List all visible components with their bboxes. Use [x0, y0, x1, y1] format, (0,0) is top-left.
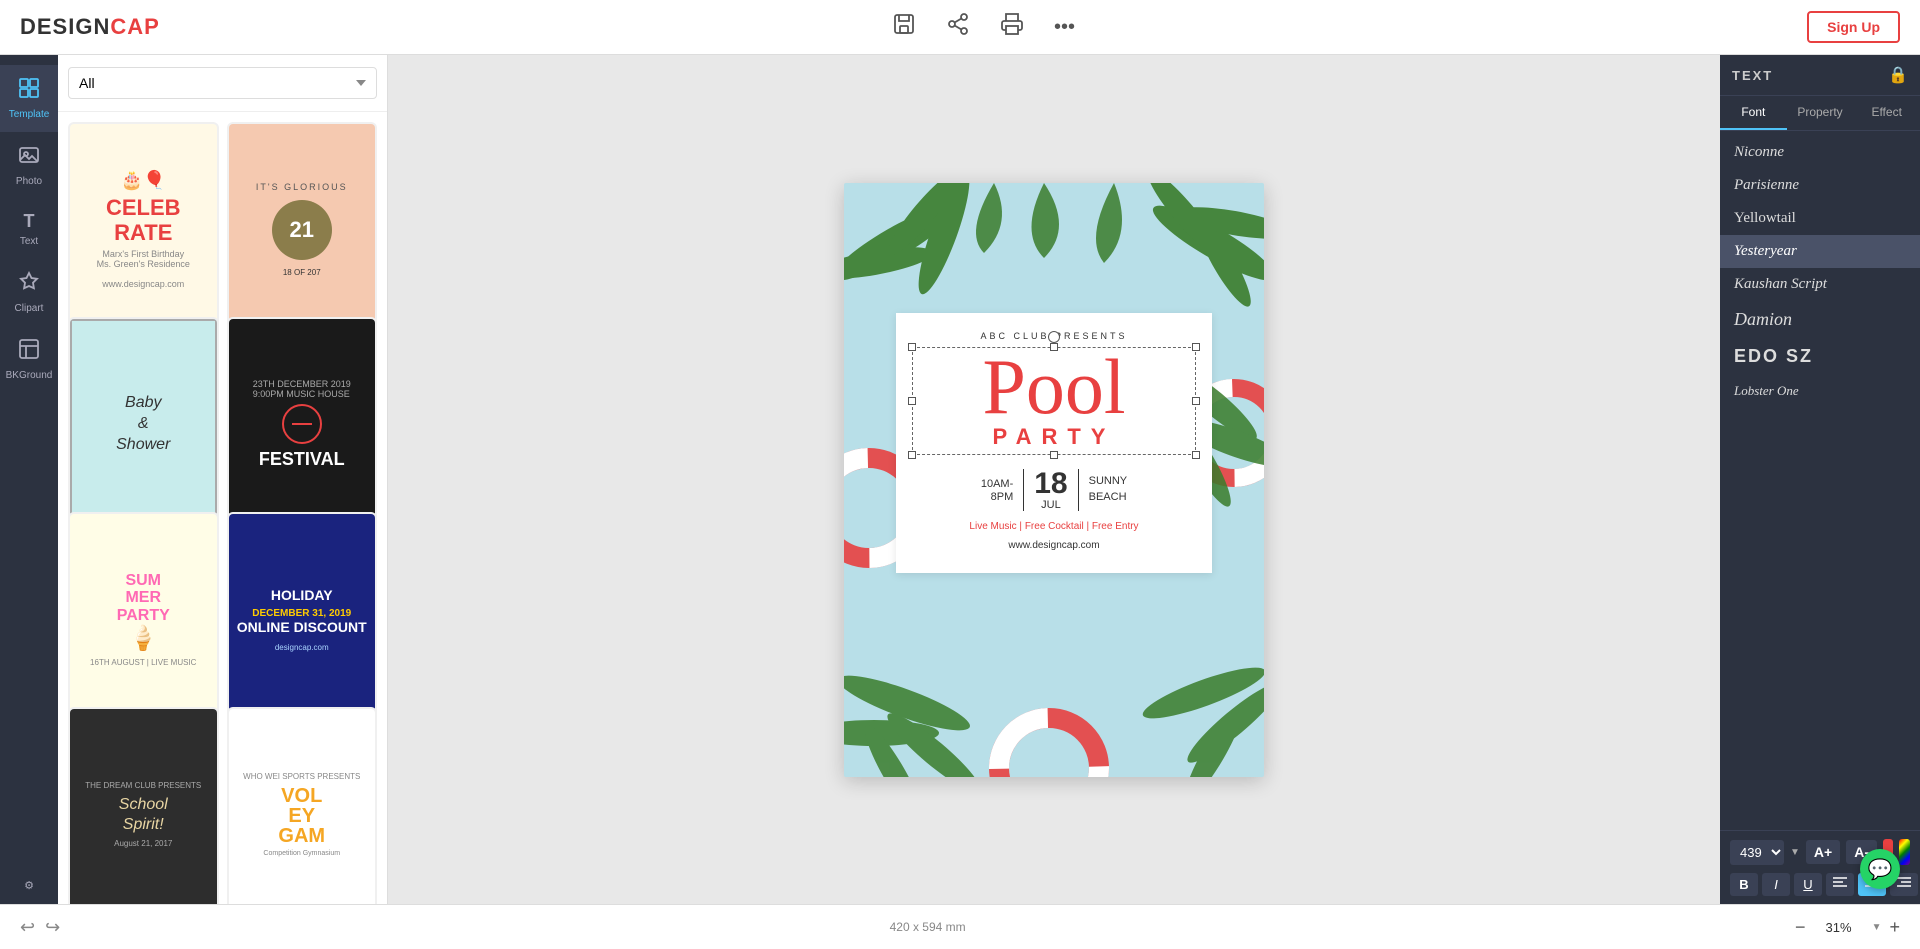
font-item-yellowtail[interactable]: Yellowtail [1720, 202, 1920, 235]
zoom-in-button[interactable]: + [1889, 917, 1900, 938]
rp-tabs: Font Property Effect [1720, 96, 1920, 131]
template-icon [18, 77, 40, 105]
photo-icon [18, 144, 40, 172]
logo: DESIGNCAP [20, 14, 160, 40]
print-icon[interactable] [1000, 12, 1024, 42]
font-size-plus-button[interactable]: A+ [1806, 840, 1840, 864]
template-panel-header: All Birthday Party Holiday [58, 55, 387, 112]
align-left-button[interactable] [1826, 873, 1854, 896]
template-panel: All Birthday Party Holiday 🎂🎈 CELEBRATE … [58, 55, 388, 904]
tab-font[interactable]: Font [1720, 96, 1787, 130]
chat-badge[interactable]: 💬 [1860, 849, 1900, 889]
font-item-kaushan[interactable]: Kaushan Script [1720, 268, 1920, 301]
sidebar-item-text-label: Text [20, 236, 38, 247]
zoom-value: 31% [1814, 920, 1864, 935]
signup-button[interactable]: Sign Up [1807, 11, 1900, 43]
sidebar-item-text[interactable]: T Text [0, 199, 58, 259]
perks-text: Live Music | Free Cocktail | Free Entry [912, 521, 1196, 532]
bkground-icon [18, 338, 40, 366]
website-text: www.designcap.com [912, 540, 1196, 551]
party-text[interactable]: PARTY [912, 424, 1196, 450]
date-number: 18 [1034, 469, 1067, 499]
sidebar-item-settings[interactable]: ⚙ [0, 867, 58, 904]
template-card-7[interactable]: THE DREAM CLUB PRESENTS SchoolSpirit! Au… [68, 707, 219, 904]
zoom-controls: − 31% ▼ + [1795, 917, 1900, 938]
template-card-3[interactable]: Baby&Shower [68, 317, 219, 532]
font-item-edosz[interactable]: EDO SZ [1720, 338, 1920, 375]
sidebar-item-clipart-label: Clipart [15, 303, 44, 314]
undo-button[interactable]: ↩ [20, 917, 35, 938]
lock-icon[interactable]: 🔒 [1888, 65, 1908, 85]
rp-title: TEXT [1732, 68, 1773, 83]
bold-button[interactable]: B [1730, 873, 1758, 896]
template-card-5[interactable]: SUMMERPARTY 🍦 16TH AUGUST | LIVE MUSIC [68, 512, 219, 727]
sidebar-item-template[interactable]: Template [0, 65, 58, 132]
time-text: 10AM- [981, 477, 1013, 491]
venue-text: SUNNYBEACH [1089, 474, 1128, 505]
tab-property[interactable]: Property [1787, 96, 1854, 130]
font-list: Niconne Parisienne Yellowtail Yesteryear… [1720, 131, 1920, 830]
sidebar-item-photo-label: Photo [16, 176, 42, 187]
sidebar-item-template-label: Template [9, 109, 50, 120]
sidebar-item-bkground[interactable]: BKGround [0, 326, 58, 393]
template-card-8[interactable]: WHO WEI SPORTS PRESENTS VOLEYGAM Competi… [227, 707, 378, 904]
template-card-6[interactable]: HOLIDAYDECEMBER 31, 2019ONLINE DISCOUNT … [227, 512, 378, 727]
main-layout: Template Photo T Text Clipart BKGround ⚙ [0, 55, 1920, 904]
italic-button[interactable]: I [1762, 873, 1790, 896]
font-item-lobster[interactable]: Lobster One [1720, 375, 1920, 407]
canvas-wrap[interactable]: ABC CLUB PRESENTS [844, 183, 1264, 777]
logo-cap: CAP [110, 14, 159, 40]
topbar: DESIGNCAP ••• Sign Up [0, 0, 1920, 55]
font-size-select[interactable]: 439 [1730, 840, 1784, 865]
template-card-1[interactable]: 🎂🎈 CELEBRATE Marx's First BirthdayMs. Gr… [68, 122, 219, 337]
sidebar-item-bkground-label: BKGround [6, 370, 53, 381]
sidebar-item-clipart[interactable]: Clipart [0, 259, 58, 326]
share-icon[interactable] [946, 12, 970, 42]
right-panel: TEXT 🔒 Font Property Effect Niconne Pari… [1720, 55, 1920, 904]
template-card-4[interactable]: 23TH DECEMBER 20199:00PM MUSIC HOUSE FES… [227, 317, 378, 532]
settings-icon: ⚙ [24, 879, 34, 892]
logo-design: DESIGN [20, 14, 110, 40]
font-item-parisienne[interactable]: Parisienne [1720, 169, 1920, 202]
save-icon[interactable] [892, 12, 916, 42]
templates-grid: 🎂🎈 CELEBRATE Marx's First BirthdayMs. Gr… [58, 112, 387, 904]
color-more-icon[interactable] [1899, 839, 1910, 865]
zoom-out-button[interactable]: − [1795, 917, 1806, 938]
chevron-down-icon: ▼ [1790, 847, 1800, 858]
canvas-area: ABC CLUB PRESENTS [388, 55, 1720, 904]
date-month: JUL [1034, 499, 1067, 511]
clipart-icon [18, 271, 40, 299]
template-card-2[interactable]: IT'S GLORIOUS 21 18 OF 207 [227, 122, 378, 337]
topbar-icons: ••• [892, 12, 1075, 42]
bottom-bar: ↩ ↪ 420 x 594 mm − 31% ▼ + [0, 904, 1920, 949]
pool-party-canvas: ABC CLUB PRESENTS [844, 183, 1264, 777]
canvas-size: 420 x 594 mm [890, 920, 966, 934]
rp-header: TEXT 🔒 [1720, 55, 1920, 96]
font-item-niconne[interactable]: Niconne [1720, 136, 1920, 169]
zoom-chevron-icon[interactable]: ▼ [1872, 922, 1882, 933]
pool-text[interactable]: Pool [912, 352, 1196, 422]
undo-redo: ↩ ↪ [20, 917, 60, 938]
sidebar-item-photo[interactable]: Photo [0, 132, 58, 199]
font-item-damion[interactable]: Damion [1720, 301, 1920, 338]
redo-button[interactable]: ↪ [45, 917, 60, 938]
left-sidebar: Template Photo T Text Clipart BKGround ⚙ [0, 55, 58, 904]
text-icon: T [24, 211, 35, 232]
more-icon[interactable]: ••• [1054, 16, 1075, 39]
font-item-yesteryear[interactable]: Yesteryear [1720, 235, 1920, 268]
category-select[interactable]: All Birthday Party Holiday [68, 67, 377, 99]
tab-effect[interactable]: Effect [1853, 96, 1920, 130]
underline-button[interactable]: U [1794, 873, 1822, 896]
time-end-text: 8PM [981, 491, 1013, 503]
